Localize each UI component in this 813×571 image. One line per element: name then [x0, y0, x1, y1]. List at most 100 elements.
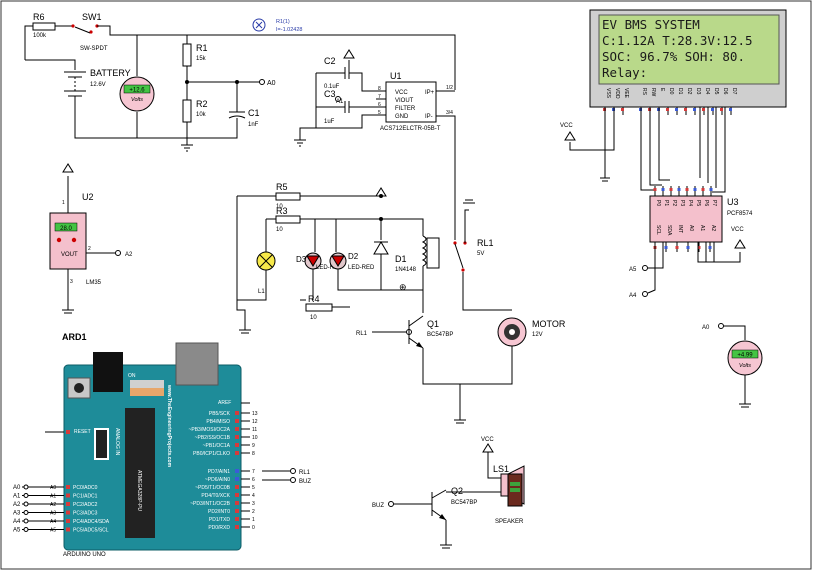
ard-pin-d11: 11	[252, 427, 257, 433]
u2-reading: 28.0	[60, 226, 72, 232]
u2-part: LM35	[86, 280, 102, 286]
d3-label: D3	[296, 255, 307, 264]
rl1-value: 5V	[477, 251, 484, 257]
u3-pin-scl: SCL	[655, 225, 661, 235]
ard-func-d10: ~PB2/SS/OC1B	[195, 435, 231, 441]
ard-pin-d13: 13	[252, 411, 258, 417]
u1-pin-filter: FILTER	[395, 106, 416, 112]
lcd-pin-vdd: VDD	[614, 88, 620, 99]
ard-pin-a3: A3	[50, 511, 56, 517]
ard-pin-a1: A1	[50, 494, 56, 500]
ard-func-d6: ~PD6/AIN0	[205, 477, 230, 483]
ard-aref: AREF	[218, 400, 231, 406]
svg-text:3: 3	[70, 279, 73, 285]
u3-pin-p4: P4	[687, 200, 693, 206]
ard-func-d11: ~PB3/MOSI/OC2A	[188, 427, 230, 433]
ard-pin-d12: 12	[252, 419, 258, 425]
ard-func-d5: ~PD5/T1/OC0B	[195, 485, 231, 491]
c2-label: C2	[324, 56, 336, 66]
ard-func-d13: PB5/SCK	[209, 411, 231, 417]
ard-func-a5: PC5/ADC5/SCL	[73, 528, 109, 534]
d2-label: D2	[348, 252, 359, 261]
ard-pin-d3: 3	[252, 501, 255, 507]
sw1-type: SW-SPDT	[80, 46, 108, 52]
q1-value: BC547BP	[427, 332, 453, 338]
u2-ref: U2	[82, 192, 94, 202]
r6-resistor	[32, 22, 56, 31]
u3-pin-a1: A1	[699, 225, 705, 231]
voltmeter-battery-reading: +12.6	[129, 88, 145, 94]
ard-func-a1: PC1/ADC1	[73, 494, 98, 500]
r4-value: 10	[310, 315, 317, 321]
ard-pin-a4: A4	[50, 519, 56, 525]
ard-pin-d10: 10	[252, 435, 258, 441]
ard-func-d1: PD1/TXD	[209, 517, 231, 523]
lcd-line-3: SOC: 96.7% SOH: 80.	[602, 49, 745, 64]
lcd-line-1: EV BMS SYSTEM	[602, 17, 700, 32]
ard-name: ARDUINO UNO	[63, 552, 106, 558]
ard-pin-d9: 9	[252, 443, 255, 449]
ard-chip: ATMEGA328P-PU	[136, 470, 142, 511]
volt2-a0: A0	[702, 325, 710, 331]
u1-ref: U1	[390, 71, 402, 81]
u3-pin-int: INT	[677, 225, 683, 233]
u3-a4: A4	[629, 293, 637, 299]
u1-pin-viout: VIOUT	[395, 98, 414, 104]
u3-pin-p0: P0	[655, 200, 661, 206]
ard-func-d3: ~PD3/INT1/OC2B	[190, 501, 231, 507]
ard-analog-in: ANALOG IN	[114, 428, 120, 456]
r6-value: 100k	[33, 33, 47, 39]
u3-pin-p5: P5	[695, 200, 701, 206]
ard-site: www.TheEngineeringProjects.com	[166, 384, 172, 468]
speaker-label: SPEAKER	[495, 519, 524, 525]
r2-resistor	[182, 99, 192, 123]
svg-text:2: 2	[88, 246, 91, 252]
c1-value: 1nF	[248, 122, 259, 128]
buz-vcc: VCC	[481, 437, 494, 443]
rl1-label: RL1	[477, 238, 494, 248]
ard-pin-a2: A2	[50, 502, 56, 508]
u3-pin-p1: P1	[663, 200, 669, 206]
u1-current-sensor: U1 VCC VIOUT FILTER GND IP+ IP- ACS712EL…	[294, 49, 456, 147]
lcd-pin-d1: D1	[677, 88, 683, 95]
svg-text:⊕: ⊕	[399, 282, 407, 292]
l1-label: L1	[258, 289, 265, 295]
u3-pin-p2: P2	[671, 200, 677, 206]
c1-label: C1	[248, 108, 260, 118]
motor-value: 12V	[532, 332, 543, 338]
buzzer-section: VCC LS1 SPEAKER BUZ Q2 BC547BP	[372, 437, 525, 549]
ard-func-d8: PB0/ICP1/CLKO	[193, 451, 230, 457]
ard-on: ON	[128, 373, 136, 379]
volt2-unit: Volts	[739, 363, 751, 369]
lcd-pin-d4: D4	[704, 88, 710, 95]
ard-func-d9: ~PB1/OC1A	[203, 443, 231, 449]
lcd-pin-rw: RW	[650, 88, 656, 97]
r6-label: R6	[33, 12, 45, 22]
ard-func-a0: PC0/ADC0	[73, 485, 98, 491]
ard-out-buz: BUZ	[299, 479, 311, 485]
lcd-pin-d2: D2	[686, 88, 692, 95]
u2-temperature-sensor: U2 28.0 VOUT 1 2 3 LM35 A2	[49, 163, 133, 314]
r2-value: 10k	[196, 112, 207, 118]
sw1-label: SW1	[82, 12, 102, 22]
lcd-pin-d6: D6	[722, 88, 728, 95]
ls1-label: LS1	[493, 464, 509, 474]
u3-pin-a2: A2	[710, 225, 716, 231]
q1-input: RL1	[356, 331, 368, 337]
u1-pin-ipplus: IP+	[425, 90, 435, 96]
u2-vout: VOUT	[61, 252, 78, 258]
u3-a5: A5	[629, 267, 637, 273]
r5-label: R5	[276, 182, 288, 192]
u3-pin-p6: P6	[703, 200, 709, 206]
ard-ref: ARD1	[62, 332, 87, 342]
lcd-display: EV BMS SYSTEM C:1.12A T:28.3V:12.5 SOC: …	[560, 9, 787, 193]
ard-pin-a5: A5	[50, 528, 56, 534]
ard-func-a4: PC4/ADC4/SDA	[73, 519, 110, 525]
u1-part: ACS712ELCTR-05B-T	[380, 126, 441, 132]
voltmeter-battery-unit: Volts	[131, 97, 143, 103]
ard-pin-a0: A0	[50, 485, 56, 491]
lcd-pin-vss: VSS	[605, 88, 611, 99]
motor-label: MOTOR	[532, 319, 566, 329]
voltmeter-output: A0 +4.99 Volts	[702, 323, 763, 408]
a0-top: A0	[267, 80, 276, 87]
